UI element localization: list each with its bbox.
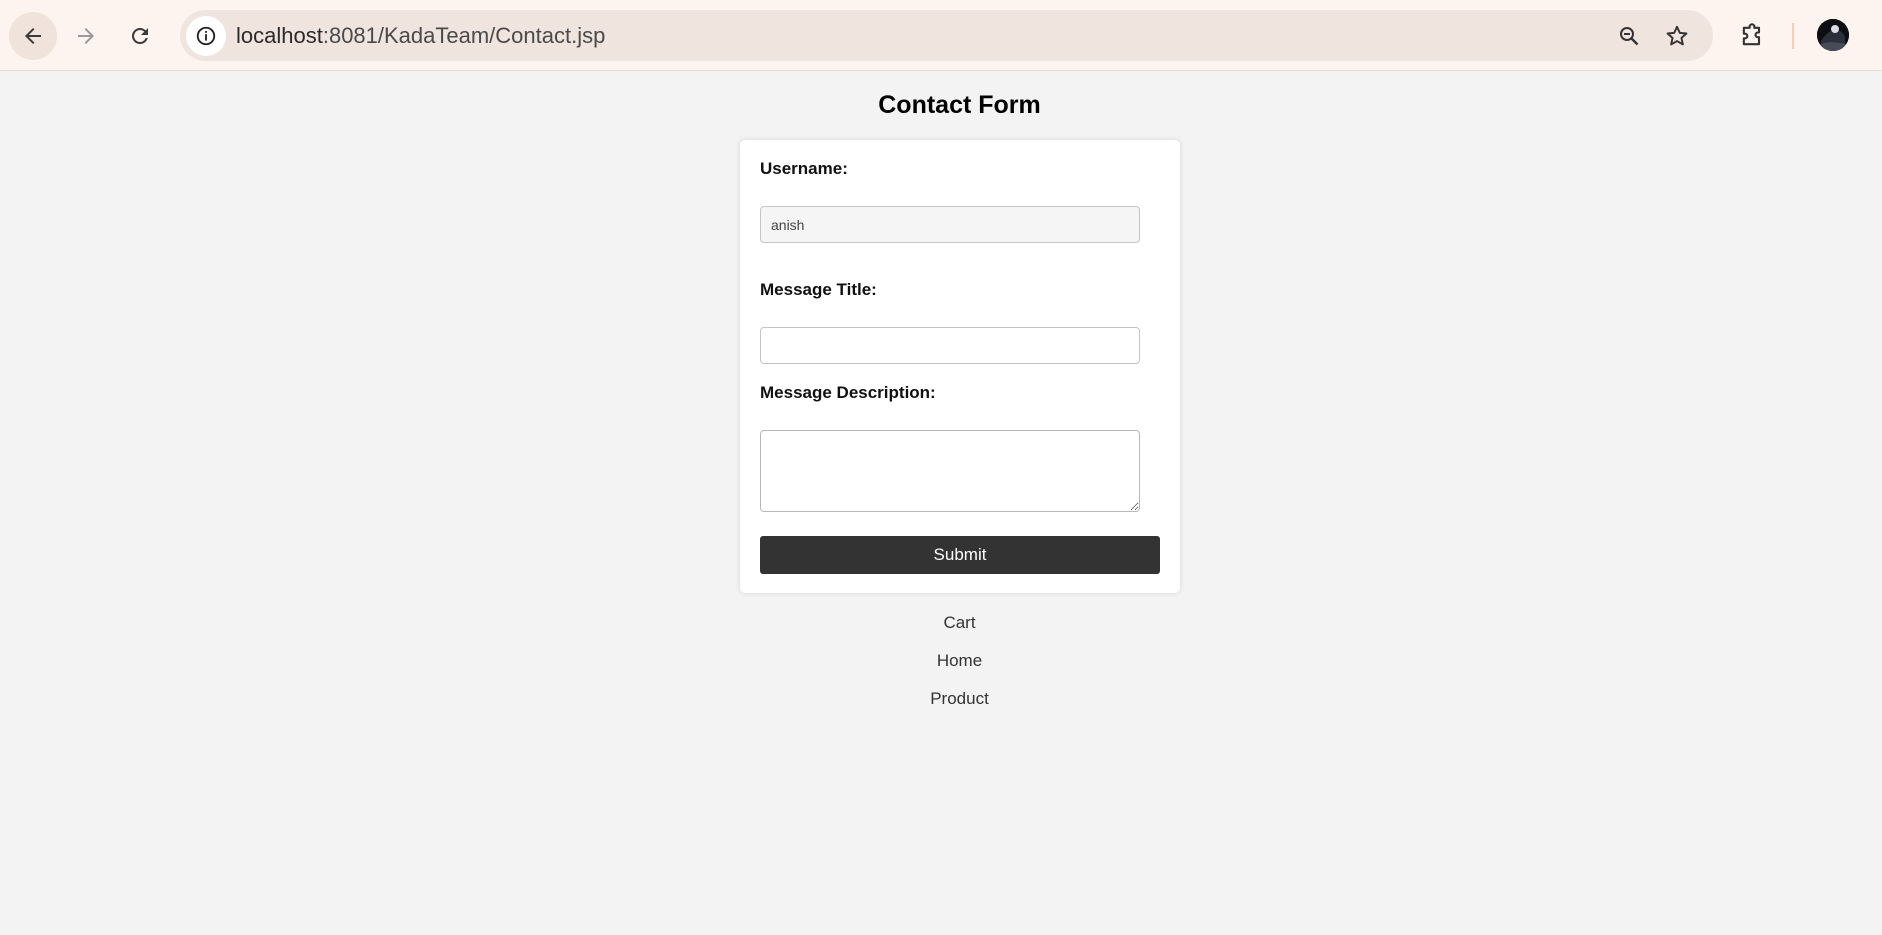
- url-path: :8081/KadaTeam/Contact.jsp: [322, 23, 606, 48]
- page-title: Contact Form: [878, 91, 1041, 119]
- nav-link-home[interactable]: Home: [0, 651, 1882, 689]
- message-description-field[interactable]: [760, 430, 1140, 512]
- username-field[interactable]: [760, 206, 1140, 243]
- address-bar[interactable]: localhost:8081/KadaTeam/Contact.jsp: [180, 10, 1713, 61]
- star-icon[interactable]: [1660, 19, 1694, 53]
- url-text[interactable]: localhost:8081/KadaTeam/Contact.jsp: [236, 10, 605, 61]
- forward-arrow-icon[interactable]: [62, 12, 110, 60]
- submit-button[interactable]: Submit: [760, 536, 1160, 574]
- reload-icon[interactable]: [116, 12, 164, 60]
- url-host: localhost: [236, 23, 323, 48]
- username-label: Username:: [760, 159, 848, 178]
- extensions-icon[interactable]: [1734, 18, 1770, 54]
- toolbar-divider: [1792, 23, 1794, 49]
- nav-link-product[interactable]: Product: [0, 689, 1882, 727]
- contact-form: Username: Message Title: Message Descrip…: [740, 140, 1180, 593]
- nav-link-cart[interactable]: Cart: [0, 613, 1882, 651]
- message-title-label: Message Title:: [760, 280, 877, 299]
- message-description-label: Message Description:: [760, 383, 936, 402]
- browser-toolbar: localhost:8081/KadaTeam/Contact.jsp: [0, 0, 1882, 71]
- message-title-field[interactable]: [760, 327, 1140, 364]
- site-info-icon[interactable]: [186, 16, 226, 56]
- profile-avatar[interactable]: [1817, 19, 1849, 51]
- zoom-icon[interactable]: [1612, 19, 1646, 53]
- back-arrow-icon[interactable]: [9, 12, 57, 60]
- nav-links: Cart Home Product: [0, 613, 1882, 727]
